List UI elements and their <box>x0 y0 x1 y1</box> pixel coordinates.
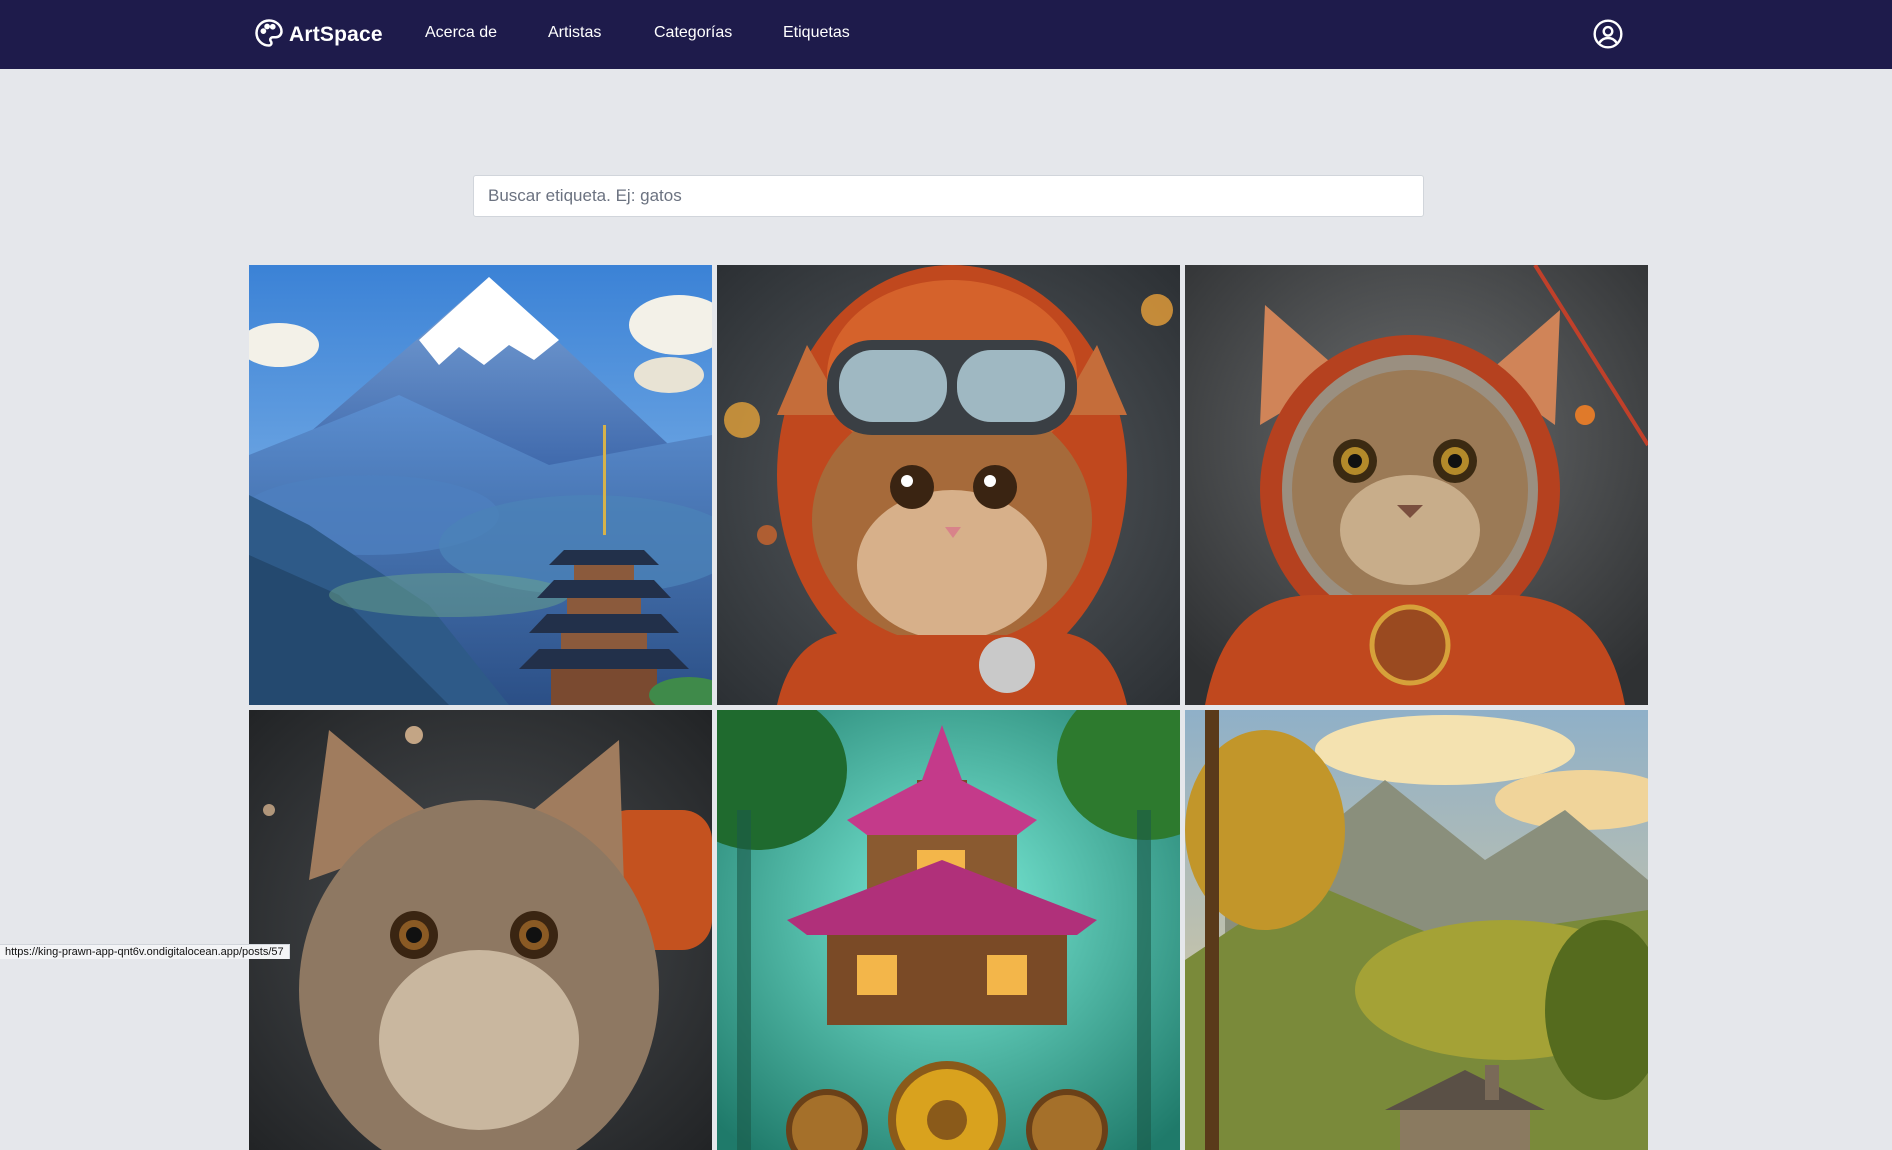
palette-icon <box>254 18 284 53</box>
nav-link-etiquetas[interactable]: Etiquetas <box>783 24 850 42</box>
brand-logo-link[interactable]: ArtSpace <box>254 18 383 53</box>
top-navbar: ArtSpace Acerca de Artistas Categorías E… <box>0 0 1892 69</box>
artwork-image <box>249 710 712 1150</box>
nav-link-categorias[interactable]: Categorías <box>654 24 732 42</box>
user-circle-icon <box>1592 19 1624 54</box>
gallery-item-cat-goggles[interactable] <box>717 265 1180 705</box>
nav-link-artistas[interactable]: Artistas <box>548 24 601 42</box>
status-bar-url: https://king-prawn-app-qnt6v.ondigitaloc… <box>0 944 290 959</box>
gallery-item-fuji-pagoda[interactable] <box>249 265 712 705</box>
gallery-item-mountain-cabin[interactable] <box>1185 710 1648 1150</box>
gallery-item-steampunk-house[interactable] <box>717 710 1180 1150</box>
nav-link-acerca-de[interactable]: Acerca de <box>425 24 497 42</box>
gallery-item-tabby-kitten[interactable] <box>249 710 712 1150</box>
artwork-image <box>1185 265 1648 705</box>
artwork-image <box>1185 710 1648 1150</box>
gallery-item-astronaut-cat[interactable] <box>1185 265 1648 705</box>
brand-name: ArtSpace <box>289 23 383 46</box>
user-account-button[interactable] <box>1592 18 1624 50</box>
artwork-image <box>249 265 712 705</box>
artwork-image <box>717 710 1180 1150</box>
artwork-image <box>717 265 1180 705</box>
tag-search-input[interactable] <box>473 175 1424 217</box>
